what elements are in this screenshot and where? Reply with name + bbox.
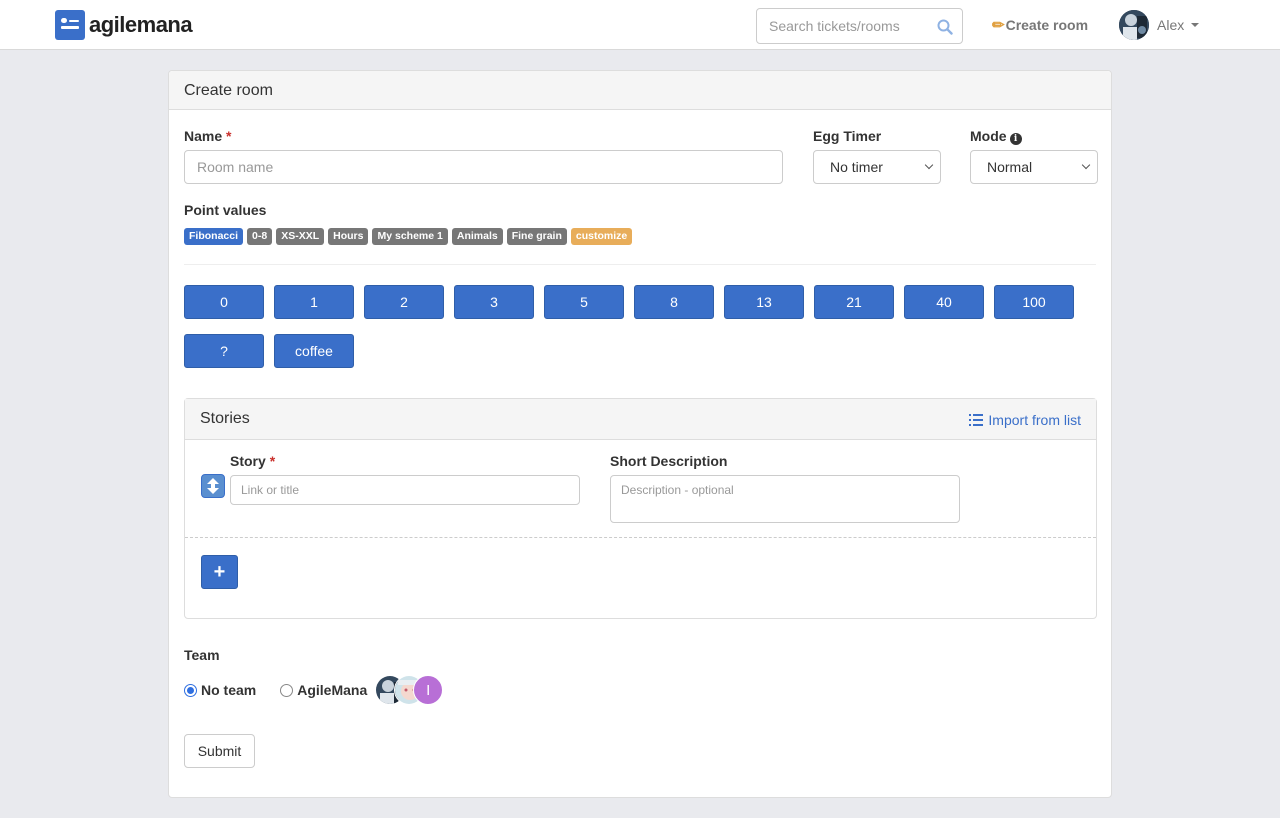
radio-no-team[interactable] [184,683,197,697]
point-button[interactable]: 21 [814,285,894,319]
avatar: I [413,675,444,705]
point-button[interactable]: coffee [274,334,354,368]
import-label: Import from list [988,412,1081,428]
stories-panel: Stories Import from list Story * Link or… [184,398,1097,619]
scheme-label-customize[interactable]: customize [570,228,633,245]
required-asterisk: * [269,453,276,469]
drag-handle-icon[interactable] [201,474,225,498]
divider [184,264,1096,265]
team-label: Team [184,647,220,663]
egg-timer-select[interactable]: No timer [813,150,941,184]
story-row: Story * Short Description [185,440,1096,538]
short-description-input[interactable] [610,475,960,523]
short-description-label: Short Description [610,453,728,469]
stories-heading: Stories Import from list [185,399,1096,440]
create-room-link[interactable]: ✏ Create room [992,16,1088,34]
submit-button[interactable]: Submit [184,734,255,768]
pencil-icon: ✏ [992,17,1005,34]
mode-select[interactable]: Normal [970,150,1098,184]
create-room-label: Create room [1005,17,1089,33]
radio-agilemana[interactable] [280,683,294,697]
top-navbar: agilemana ✏ Create room Alex [0,0,1280,50]
scheme-label-xs-xxl[interactable]: XS-XXL [276,228,325,245]
point-button[interactable]: 0 [184,285,264,319]
room-name-input[interactable] [184,150,783,184]
point-button[interactable]: 5 [544,285,624,319]
no-team-label: No team [201,682,257,698]
scheme-label-my-scheme-1[interactable]: My scheme 1 [372,228,448,245]
user-avatar [1119,10,1149,40]
required-asterisk: * [226,128,232,144]
point-button[interactable]: 40 [904,285,984,319]
point-button[interactable]: 8 [634,285,714,319]
mode-label: Mode i [970,128,1022,145]
stories-title: Stories [200,410,250,427]
user-menu[interactable]: Alex [1119,10,1200,40]
scheme-label-fine-grain[interactable]: Fine grain [506,228,567,245]
team-member-avatars: I [375,675,444,705]
search-box [756,8,963,44]
import-from-list-link[interactable]: Import from list [969,412,1081,428]
info-icon[interactable]: i [1009,133,1022,145]
list-icon [969,414,984,426]
panel-title: Create room [169,71,1111,110]
scheme-label-animals[interactable]: Animals [451,228,503,245]
egg-timer-value: No timer [830,159,883,175]
brand-link[interactable]: agilemana [55,10,193,40]
point-button[interactable]: 13 [724,285,804,319]
brand-name: agilemana [89,12,193,37]
scheme-label-hours[interactable]: Hours [328,228,369,245]
brand-logo-icon [55,10,85,40]
caret-down-icon [1191,23,1200,27]
point-button[interactable]: 3 [454,285,534,319]
search-icon[interactable] [937,19,953,35]
point-button[interactable]: ? [184,334,264,368]
point-button[interactable]: 100 [994,285,1074,319]
point-values-label: Point values [184,202,267,218]
point-button[interactable]: 1 [274,285,354,319]
egg-timer-label: Egg Timer [813,128,882,144]
scheme-labels: Fibonacci 0-8 XS-XXL Hours My scheme 1 A… [184,228,633,245]
team-options: No team AgileMana I [184,675,444,705]
story-label: Story * [230,453,276,469]
mode-value: Normal [987,159,1033,175]
point-button[interactable]: 2 [364,285,444,319]
chevron-down-icon [924,160,934,170]
search-input[interactable] [757,9,932,43]
chevron-down-icon [1081,160,1091,170]
scheme-label-0-8[interactable]: 0-8 [247,228,273,245]
agilemana-label: AgileMana [297,682,368,698]
user-name: Alex [1157,17,1185,33]
name-label: Name * [184,128,232,144]
create-room-panel: Create room Name * Egg Timer No timer Mo… [168,70,1112,798]
scheme-label-fibonacci[interactable]: Fibonacci [184,228,244,245]
add-story-button[interactable]: + [201,555,238,589]
story-title-input[interactable] [230,475,580,505]
